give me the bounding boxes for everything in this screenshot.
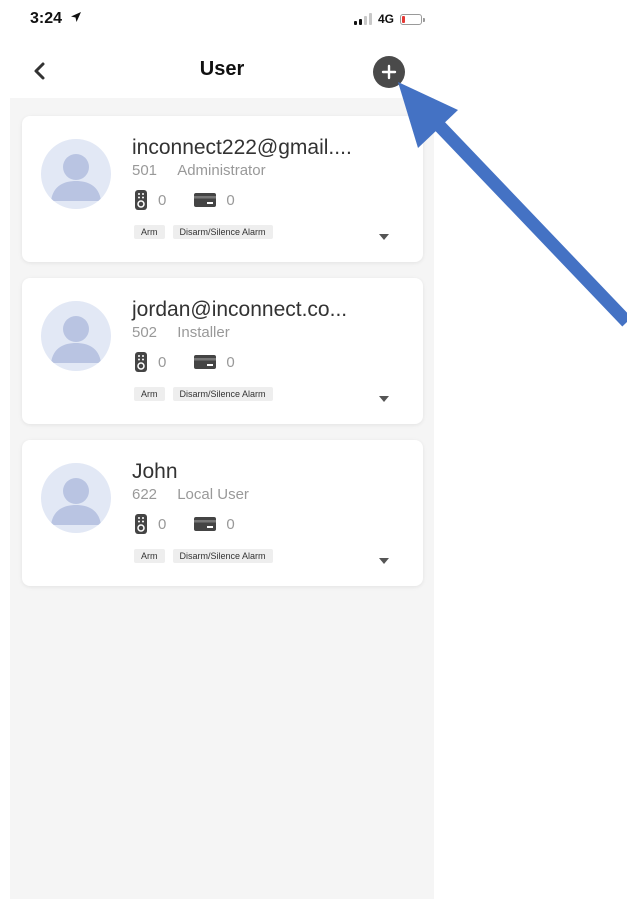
status-indicators: 4G (353, 12, 425, 26)
user-meta: 622 Local User (132, 486, 249, 503)
permission-tag: Disarm/Silence Alarm (172, 225, 273, 239)
user-meta: 501 Administrator (132, 162, 266, 179)
card-count: 0 (226, 353, 235, 371)
add-user-button[interactable] (373, 56, 405, 88)
user-card[interactable]: jordan@inconnect.co... 502 Installer 0 0… (22, 278, 423, 424)
status-bar: 3:24 4G (10, 0, 434, 40)
user-role: Installer (177, 324, 230, 341)
caret-down-icon[interactable] (379, 396, 389, 402)
user-email: inconnect222@gmail.... (132, 136, 352, 159)
user-silhouette-icon (51, 316, 101, 363)
user-role: Local User (177, 486, 249, 503)
nav-bar: User (10, 48, 434, 96)
avatar (41, 301, 111, 371)
signal-icon (353, 13, 372, 25)
remote-control-icon (135, 352, 147, 372)
user-silhouette-icon (51, 478, 101, 525)
user-card[interactable]: John 622 Local User 0 0 Arm Disarm/Silen… (22, 440, 423, 586)
location-arrow-icon (70, 10, 82, 26)
card-count: 0 (226, 515, 235, 533)
user-list: inconnect222@gmail.... 501 Administrator… (10, 98, 434, 899)
remote-control-icon (135, 190, 147, 210)
card-icon (194, 517, 217, 531)
user-id: 502 (132, 324, 158, 341)
remote-count: 0 (158, 515, 167, 533)
permission-tag: Disarm/Silence Alarm (172, 387, 273, 401)
user-meta: 502 Installer (132, 324, 230, 341)
card-icon (194, 355, 217, 369)
user-id: 622 (132, 486, 158, 503)
permission-tag: Disarm/Silence Alarm (172, 549, 273, 563)
phone-screen: 3:24 4G User inconnect222@gmail.... 501 … (10, 0, 434, 899)
card-count: 0 (226, 191, 235, 209)
battery-icon (400, 13, 425, 25)
permission-tag: Arm (134, 387, 165, 401)
permission-tags: Arm Disarm/Silence Alarm (134, 549, 273, 563)
caret-down-icon[interactable] (379, 558, 389, 564)
remote-control-icon (135, 514, 147, 534)
user-silhouette-icon (51, 154, 101, 201)
caret-down-icon[interactable] (379, 234, 389, 240)
clock: 3:24 (30, 10, 63, 27)
status-time: 3:24 (30, 10, 82, 28)
user-id: 501 (132, 162, 158, 179)
remote-count: 0 (158, 191, 167, 209)
plus-icon (381, 64, 397, 80)
remote-count: 0 (158, 353, 167, 371)
avatar (41, 139, 111, 209)
permission-tags: Arm Disarm/Silence Alarm (134, 225, 273, 239)
permission-tag: Arm (134, 225, 165, 239)
user-role: Administrator (177, 162, 266, 179)
device-counts: 0 0 (134, 514, 263, 534)
network-type: 4G (377, 12, 394, 26)
avatar (41, 463, 111, 533)
user-name: John (132, 460, 178, 483)
device-counts: 0 0 (134, 352, 263, 372)
card-icon (194, 193, 217, 207)
user-email: jordan@inconnect.co... (132, 298, 348, 321)
user-card[interactable]: inconnect222@gmail.... 501 Administrator… (22, 116, 423, 262)
permission-tags: Arm Disarm/Silence Alarm (134, 387, 273, 401)
page-title: User (199, 58, 245, 80)
permission-tag: Arm (134, 549, 165, 563)
device-counts: 0 0 (134, 190, 263, 210)
